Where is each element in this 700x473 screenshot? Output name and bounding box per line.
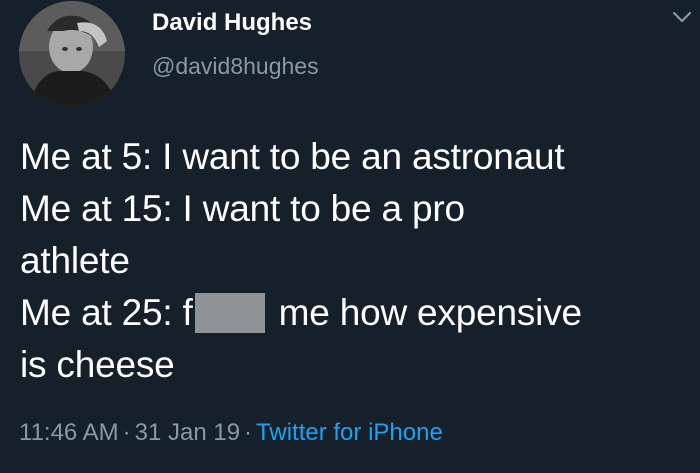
meta-separator: ·	[244, 419, 253, 446]
chevron-down-icon[interactable]	[671, 8, 693, 26]
tweet-line: Me at 15: I want to be a pro	[20, 188, 465, 229]
display-name[interactable]: David Hughes	[152, 8, 312, 38]
tweet-card: David Hughes @david8hughes Me at 5: I wa…	[0, 0, 700, 473]
tweet-line: athlete	[20, 240, 130, 281]
tweet-source-link[interactable]: Twitter for iPhone	[256, 419, 443, 446]
tweet-text-fragment: Me at 25: f	[20, 292, 193, 333]
tweet-text: Me at 5: I want to be an astronaut Me at…	[20, 131, 685, 391]
tweet-meta: 11:46 AM · 31 Jan 19 · Twitter for iPhone	[19, 418, 443, 448]
user-handle[interactable]: @david8hughes	[152, 51, 319, 81]
tweet-line: Me at 5: I want to be an astronaut	[20, 136, 565, 177]
avatar[interactable]	[19, 1, 125, 107]
censor-block	[194, 293, 265, 333]
avatar-photo	[19, 1, 125, 107]
tweet-date[interactable]: 31 Jan 19	[135, 419, 240, 446]
tweet-text-fragment: me how expensive	[278, 292, 582, 333]
tweet-line-censored: Me at 25: f me how expensive	[20, 287, 685, 339]
meta-separator: ·	[122, 419, 131, 446]
tweet-line: is cheese	[20, 344, 175, 385]
tweet-time[interactable]: 11:46 AM	[19, 419, 119, 446]
